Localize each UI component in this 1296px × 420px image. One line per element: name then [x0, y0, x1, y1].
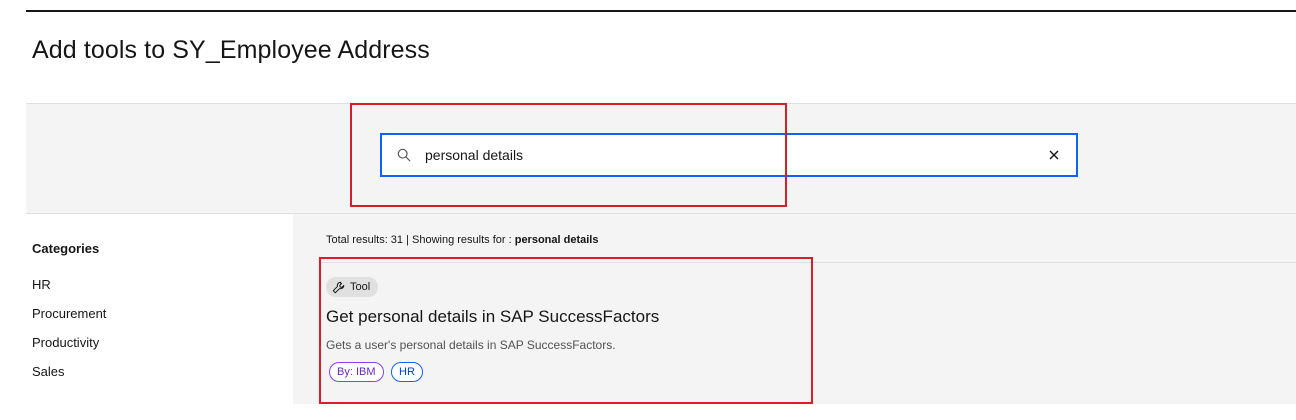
search-input[interactable] [425, 135, 1046, 175]
sidebar-item-sales[interactable]: Sales [32, 364, 65, 379]
search-field[interactable] [380, 133, 1078, 177]
page-title: Add tools to SY_Employee Address [32, 36, 430, 64]
results-divider [320, 262, 1296, 263]
result-type-label: Tool [350, 281, 371, 293]
sidebar-item-procurement[interactable]: Procurement [32, 306, 106, 321]
search-icon [396, 147, 412, 163]
results-summary: Total results: 31 | Showing results for … [326, 234, 598, 246]
result-title[interactable]: Get personal details in SAP SuccessFacto… [326, 307, 659, 327]
wrench-icon [332, 281, 345, 294]
sidebar-item-productivity[interactable]: Productivity [32, 335, 99, 350]
result-type-tag: Tool [326, 277, 379, 297]
sidebar-item-hr[interactable]: HR [32, 277, 51, 292]
results-query: personal details [514, 234, 599, 246]
results-summary-prefix: Total results: 31 | Showing results for … [326, 234, 515, 246]
top-divider [26, 10, 1296, 12]
result-description: Gets a user's personal details in SAP Su… [326, 338, 616, 352]
tag-hr[interactable]: HR [391, 362, 423, 382]
categories-heading: Categories [32, 241, 100, 256]
tag-by-ibm[interactable]: By: IBM [329, 362, 384, 382]
categories-sidebar: Categories HR Procurement Productivity S… [26, 214, 293, 404]
close-icon[interactable] [1046, 147, 1062, 163]
